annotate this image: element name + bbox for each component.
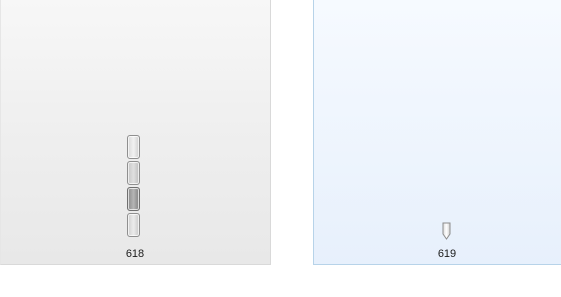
vertical-segment-1[interactable] (127, 135, 140, 159)
tile-caption: 619 (437, 248, 457, 260)
vertical-segment-4[interactable] (127, 213, 140, 237)
vertical-segment-2[interactable] (127, 161, 140, 185)
screenshot-canvas: 618 619 (0, 0, 561, 297)
vertical-segment-3[interactable] (127, 187, 140, 211)
control-tile-618[interactable]: 618 (0, 0, 271, 265)
control-tile-619[interactable]: 619 (313, 0, 561, 265)
slider-thumb-icon[interactable] (442, 222, 451, 240)
tile-caption: 618 (125, 248, 145, 260)
